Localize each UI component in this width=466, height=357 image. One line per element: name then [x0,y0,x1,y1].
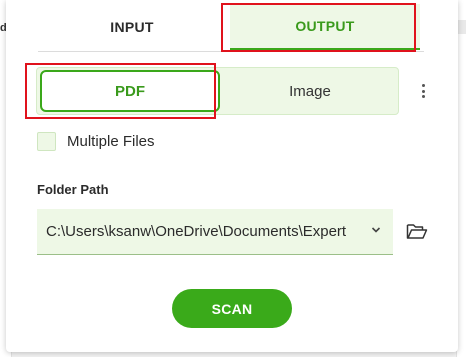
folder-path-label: Folder Path [37,182,109,197]
scan-settings-panel: INPUT OUTPUT PDF Image Multiple Files Fo… [6,0,458,352]
scan-button[interactable]: SCAN [172,289,292,328]
background-peek-bar [458,20,466,34]
tab-bar: INPUT OUTPUT [38,4,424,52]
format-pdf-button[interactable]: PDF [40,70,220,112]
tab-input[interactable]: INPUT [38,4,226,50]
format-image-button[interactable]: Image [221,68,399,114]
chevron-down-icon [371,227,381,233]
folder-open-icon[interactable] [406,222,428,240]
format-selector: PDF Image [36,67,399,115]
folder-path-dropdown[interactable]: C:\Users\ksanw\OneDrive\Documents\Expert [37,209,393,255]
folder-path-value: C:\Users\ksanw\OneDrive\Documents\Expert [46,223,347,240]
multiple-files-label: Multiple Files [67,133,155,150]
multiple-files-checkbox[interactable] [37,132,56,151]
tab-output[interactable]: OUTPUT [230,4,420,50]
more-options-icon[interactable] [416,80,430,102]
